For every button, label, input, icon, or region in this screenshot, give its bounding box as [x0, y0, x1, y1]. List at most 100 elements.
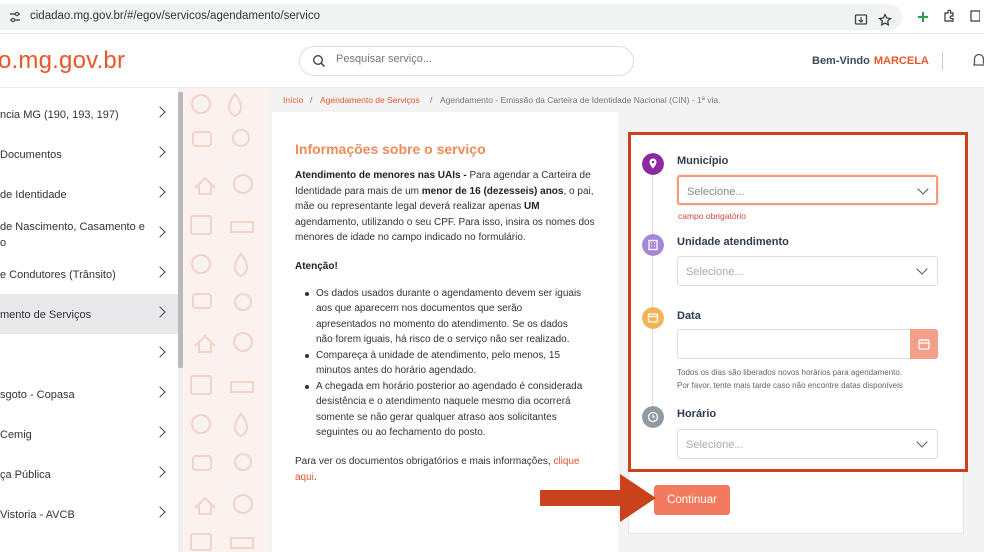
data-label: Data	[677, 310, 701, 322]
info-title: Informações sobre o serviço	[295, 141, 486, 157]
unidade-label: Unidade atendimento	[677, 236, 789, 248]
text: Para agendar a Carteira de	[466, 170, 591, 181]
text: menores de idade no campo indicado no fo…	[295, 232, 526, 244]
profile-icon[interactable]	[970, 9, 980, 23]
info-paragraph: Atendimento de menores nas UAIs - Para a…	[295, 168, 615, 246]
horario-label: Horário	[677, 408, 717, 420]
chevron-down-icon	[917, 183, 929, 195]
continue-button[interactable]: Continuar	[654, 485, 730, 515]
welcome-label: Bem-Vindo	[812, 55, 870, 67]
sidebar-item-label: Vistoria - AVCB	[0, 509, 75, 521]
breadcrumb-home[interactable]: Início	[283, 95, 303, 105]
sidebar-item-documentos[interactable]: Documentos	[0, 134, 178, 174]
search-input[interactable]	[336, 53, 616, 65]
install-icon[interactable]	[854, 13, 868, 27]
bell-icon[interactable]	[972, 52, 984, 70]
para-line: menores de idade no campo indicado no fo…	[295, 230, 615, 246]
chevron-right-icon	[154, 506, 166, 518]
arrow-right-icon	[540, 474, 656, 522]
more-info-link[interactable]: clique	[553, 456, 579, 467]
sidebar-item-label: de Identidade	[0, 189, 67, 201]
bold-text: UM	[524, 201, 540, 213]
sidebar-item-label: ncia MG (190, 193, 197)	[0, 109, 119, 121]
pattern-icons	[190, 92, 254, 551]
sidebar-item-seguranca[interactable]: ça Pública	[0, 454, 178, 494]
address-bar[interactable]: cidadao.mg.gov.br/#/egov/servicos/agenda…	[0, 4, 902, 30]
breadcrumb-current: Agendamento - Emissão da Carteira de Ide…	[440, 95, 721, 105]
municipio-select[interactable]: Selecione...	[677, 175, 938, 205]
text: Para ver os documentos obrigatórios e ma…	[295, 456, 554, 467]
municipio-label: Município	[677, 155, 729, 167]
sidebar-item-label-line2: o	[0, 237, 7, 249]
municipio-error: campo obrigatório	[678, 211, 747, 221]
chevron-right-icon	[154, 106, 166, 118]
sidebar-item-emergencia[interactable]: ncia MG (190, 193, 197)	[0, 94, 178, 134]
bold-text: Atendimento de menores nas UAIs -	[295, 170, 467, 181]
bullet-line: não forem iguais, há risco de o serviço …	[316, 334, 570, 346]
bullet-line: aos que aparecem nos documentos que serã…	[316, 303, 523, 315]
header-divider	[942, 52, 943, 70]
sidebar: ncia MG (190, 193, 197) Documentos de Id…	[0, 88, 178, 552]
sidebar-item-agendamento[interactable]: mento de Serviços	[0, 294, 178, 334]
breadcrumb: Início / Agendamento de Serviços / Agend…	[269, 88, 984, 110]
welcome-text: Bem-Vindo MARCELA	[812, 55, 929, 67]
decorative-pattern	[183, 88, 269, 552]
calendar-icon	[918, 339, 930, 350]
clock-icon	[642, 406, 664, 428]
sidebar-item-label: ça Pública	[0, 469, 51, 481]
star-icon[interactable]	[878, 13, 892, 27]
sidebar-item-copasa[interactable]: sgoto - Copasa	[0, 374, 178, 414]
para-line: mãe ou representante legal deverá realiz…	[295, 199, 615, 215]
bullet-line: apresentados no momento do atendimento. …	[316, 318, 568, 330]
bullet-line: minutos antes do horário agendado.	[316, 365, 477, 377]
chevron-right-icon	[154, 146, 166, 158]
sidebar-item-other[interactable]	[0, 334, 178, 374]
more-info-link[interactable]: aqui	[295, 472, 314, 483]
sidebar-item-identidade[interactable]: de Identidade	[0, 174, 178, 214]
chevron-right-icon	[154, 466, 166, 478]
bullet-line: seguintes ou ao fechamento do posto.	[316, 427, 486, 439]
text: .	[313, 471, 317, 483]
user-name[interactable]: MARCELA	[874, 55, 929, 67]
search-box[interactable]	[299, 46, 634, 76]
puzzle-icon[interactable]	[942, 9, 956, 23]
para-line: Atendimento de menores nas UAIs - Para a…	[295, 168, 615, 184]
sidebar-item-label: mento de Serviços	[0, 309, 92, 321]
unidade-select[interactable]: Selecione...	[677, 256, 938, 286]
extension-icon[interactable]	[916, 10, 930, 24]
date-input[interactable]	[677, 329, 911, 359]
sidebar-item-label: sgoto - Copasa	[0, 389, 75, 401]
sidebar-item-cemig[interactable]: Cemig	[0, 414, 178, 454]
text: agendamento, utilizando o seu CPF. Para …	[295, 216, 595, 228]
building-icon	[642, 234, 664, 256]
municipio-select-value: Selecione...	[687, 186, 745, 198]
breadcrumb-section[interactable]: Agendamento de Serviços	[320, 95, 420, 105]
text: Identidade para mais de um	[295, 185, 422, 197]
url-text: cidadao.mg.gov.br/#/egov/servicos/agenda…	[30, 10, 321, 22]
sidebar-item-transito[interactable]: e Condutores (Trânsito)	[0, 254, 178, 294]
chevron-down-icon	[916, 263, 928, 275]
bullet-item: Os dados usados durante o agendamento de…	[305, 286, 606, 348]
bullet-item: A chegada em horário posterior ao agenda…	[305, 379, 606, 441]
chevron-right-icon	[154, 226, 166, 238]
site-logo[interactable]: o.mg.gov.br	[0, 47, 125, 75]
text: mãe ou representante legal deverá realiz…	[295, 201, 525, 213]
chevron-down-icon	[916, 436, 928, 448]
unidade-select-value: Selecione...	[686, 266, 744, 278]
date-hint-2: Por favor, tente mais tarde caso não enc…	[677, 381, 903, 390]
date-picker-button[interactable]	[910, 329, 938, 359]
sidebar-item-label: e Condutores (Trânsito)	[0, 269, 116, 281]
chevron-right-icon	[154, 266, 166, 278]
horario-select[interactable]: Selecione...	[677, 429, 938, 459]
attention-heading: Atenção!	[295, 261, 338, 272]
sidebar-item-label: Cemig	[0, 429, 32, 441]
site-header: o.mg.gov.br Bem-Vindo MARCELA	[0, 34, 984, 88]
para-line: agendamento, utilizando o seu CPF. Para …	[295, 215, 615, 231]
sidebar-item-avcb[interactable]: Vistoria - AVCB	[0, 494, 178, 534]
step-line	[652, 172, 653, 418]
search-icon	[312, 54, 326, 68]
para-line: Identidade para mais de um menor de 16 (…	[295, 184, 615, 200]
text: , o pai,	[563, 185, 594, 197]
bullet-line: Compareça à unidade de atendimento, pelo…	[316, 350, 561, 361]
tune-icon[interactable]	[8, 10, 22, 24]
